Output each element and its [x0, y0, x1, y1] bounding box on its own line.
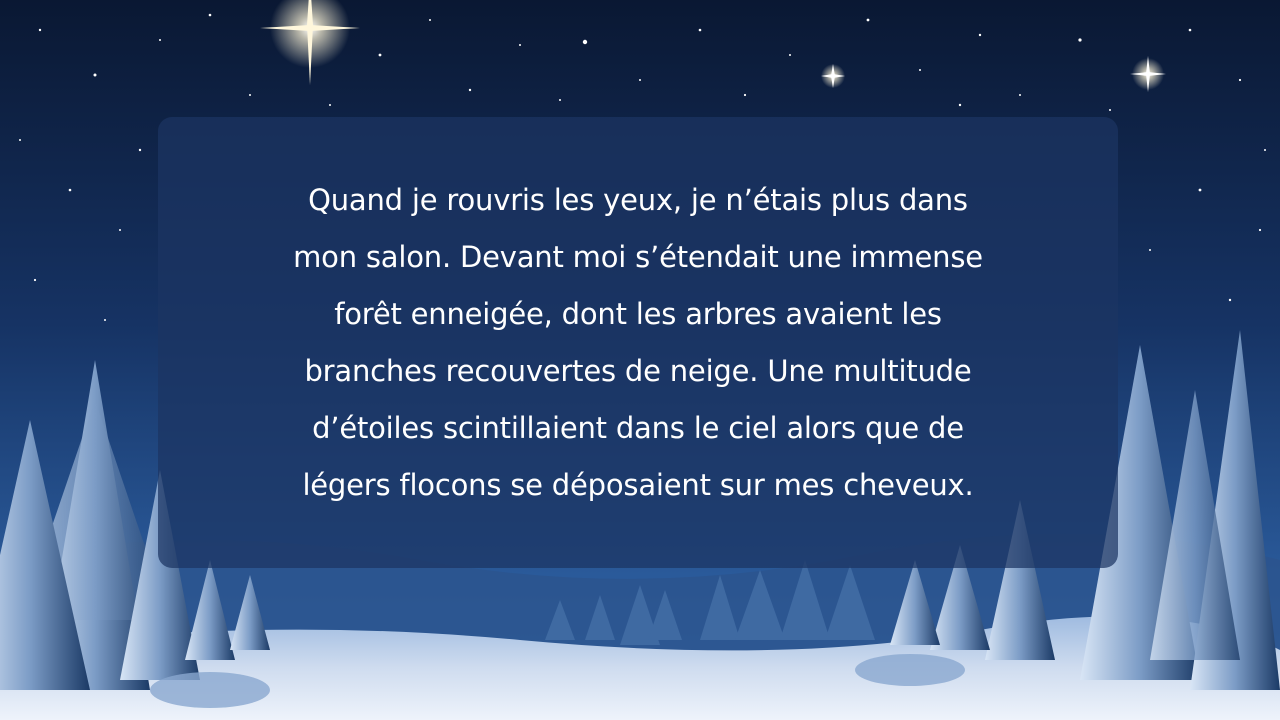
text-panel: Quand je rouvris les yeux, je n’étais pl… [158, 117, 1118, 568]
paragraph-line-6: légers flocons se déposaient sur mes che… [302, 467, 974, 502]
paragraph-line-2: mon salon. Devant moi s’étendait une imm… [293, 239, 983, 274]
paragraph-line-4: branches recouvertes de neige. Une multi… [304, 353, 972, 388]
bright-star-middle [821, 64, 845, 88]
paragraph-line-5: d’étoiles scintillaient dans le ciel alo… [312, 410, 964, 445]
story-paragraph: Quand je rouvris les yeux, je n’étais pl… [293, 172, 983, 514]
paragraph-line-3: forêt enneigée, dont les arbres avaient … [334, 296, 942, 331]
paragraph-line-1: Quand je rouvris les yeux, je n’étais pl… [308, 182, 968, 217]
